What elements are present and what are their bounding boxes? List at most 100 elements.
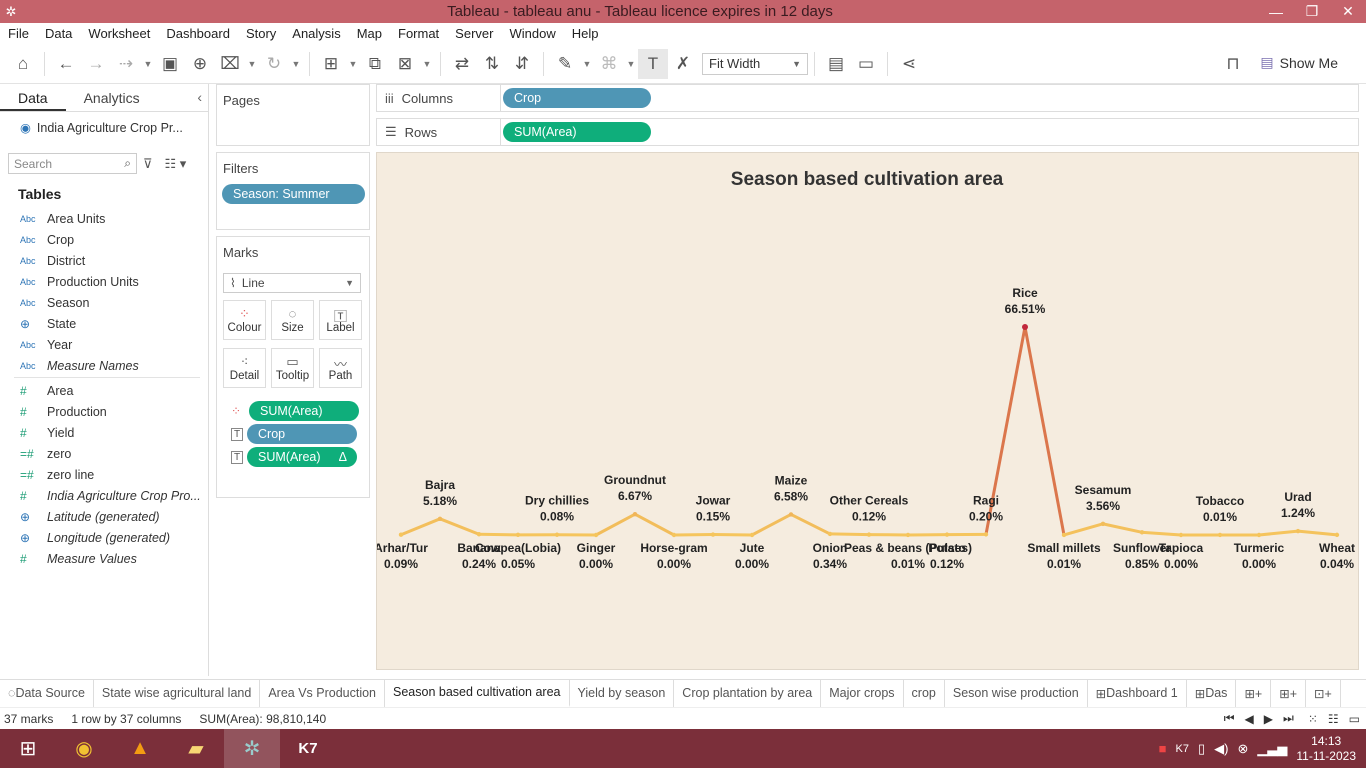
new-worksheet-icon[interactable]: ⊞	[316, 49, 346, 79]
field-state[interactable]: ⊕ State	[0, 313, 208, 334]
collapse-pane-icon[interactable]: ‹	[197, 89, 202, 105]
detail-button[interactable]: ⁖ Detail	[223, 348, 266, 388]
new-data-source-icon[interactable]: ⊕	[185, 49, 215, 79]
line-segment-sesamum[interactable]	[1101, 522, 1144, 534]
signal-icon[interactable]: ▁▃▅	[1257, 741, 1287, 757]
group-members-icon[interactable]: ⌘	[594, 49, 624, 79]
sheet-sorter-icon[interactable]: ⁙	[1308, 712, 1318, 726]
field-yield[interactable]: # Yield	[0, 422, 208, 443]
menu-data[interactable]: Data	[37, 26, 80, 41]
next-page-icon[interactable]: ▶	[1264, 712, 1273, 726]
line-segment-turmeric[interactable]	[1257, 529, 1300, 537]
new-worksheet-tab-icon[interactable]: ⊞+	[1236, 679, 1272, 707]
menu-dashboard[interactable]: Dashboard	[158, 26, 238, 41]
data-point-dry-chillies[interactable]	[554, 532, 560, 537]
chevron-down-icon[interactable]: ▼	[346, 49, 360, 79]
line-segment-ginger[interactable]	[594, 512, 637, 537]
colour-button[interactable]: ⁘ Colour	[223, 300, 266, 340]
field-season[interactable]: Abc Season	[0, 292, 208, 313]
field-measure-values[interactable]: # Measure Values	[0, 548, 208, 569]
data-point-turmeric[interactable]	[1256, 532, 1262, 538]
chevron-down-icon[interactable]: ▼	[624, 49, 638, 79]
sheet-tab-major-crops[interactable]: Major crops	[821, 679, 904, 707]
chevron-down-icon[interactable]: ▼	[580, 49, 594, 79]
data-point-bajra[interactable]	[437, 516, 443, 522]
new-dashboard-tab-icon[interactable]: ⊞+	[1271, 679, 1306, 707]
field-india-agriculture-crop-pro[interactable]: # India Agriculture Crop Pro...	[0, 485, 208, 506]
prev-page-icon[interactable]: ◀	[1245, 712, 1254, 726]
pill-sum-area-label[interactable]: SUM(Area) Δ	[247, 447, 357, 467]
pause-updates-icon[interactable]: ⌧	[215, 49, 245, 79]
data-point-arhar-tur[interactable]	[398, 532, 404, 537]
highlight-icon[interactable]: ✎	[550, 49, 580, 79]
show-cards-icon[interactable]: ▤	[821, 49, 851, 79]
field-production-units[interactable]: Abc Production Units	[0, 271, 208, 292]
duplicate-sheet-icon[interactable]: ⧉	[360, 49, 390, 79]
field-zero[interactable]: =# zero	[0, 443, 208, 464]
show-mark-labels-icon[interactable]: T	[638, 48, 668, 79]
search-input[interactable]: Search ⌕	[8, 153, 137, 174]
sheet-tab-yield-by-season[interactable]: Yield by season	[570, 679, 675, 707]
menu-worksheet[interactable]: Worksheet	[80, 26, 158, 41]
fix-axes-icon[interactable]: ✗	[668, 49, 698, 79]
tableau-taskbar-icon[interactable]: ✲	[224, 729, 280, 768]
undo-icon[interactable]: ←	[51, 49, 81, 79]
data-point-peas-beans-pulses[interactable]	[905, 532, 911, 538]
data-point-jute[interactable]	[749, 532, 755, 538]
save-icon[interactable]: ▣	[155, 49, 185, 79]
size-button[interactable]: ◌ Size	[271, 300, 314, 340]
line-segment-sunflower[interactable]	[1140, 530, 1183, 537]
field-zero-line[interactable]: =# zero line	[0, 464, 208, 485]
redo-icon[interactable]: →	[81, 49, 111, 79]
line-segment-banana[interactable]	[477, 532, 520, 537]
sheet-tab-state-wise-agricultural-land[interactable]: State wise agricultural land	[94, 679, 261, 707]
chevron-down-icon[interactable]: ▼	[420, 49, 434, 79]
film-strip-icon[interactable]: ☷	[1328, 712, 1339, 726]
filter-icon[interactable]: ⊽	[143, 156, 153, 172]
menu-story[interactable]: Story	[238, 26, 284, 41]
view-options-icon[interactable]: ☷ ▾	[165, 156, 187, 172]
sort-ascending-icon[interactable]: ⇅	[477, 49, 507, 79]
pill-crop-label[interactable]: Crop	[247, 424, 357, 444]
network-warning-icon[interactable]: ⊗	[1237, 741, 1248, 757]
sheet-tab-season-based-cultivation-area[interactable]: Season based cultivation area	[385, 679, 570, 707]
field-district[interactable]: Abc District	[0, 250, 208, 271]
mark-type-select[interactable]: ⌇ Line ▼	[223, 273, 361, 293]
columns-pill-crop[interactable]: Crop	[503, 88, 651, 108]
chevron-down-icon[interactable]: ▼	[289, 49, 303, 79]
sort-descending-icon[interactable]: ⇵	[507, 49, 537, 79]
field-measure-names[interactable]: Abc Measure Names	[0, 355, 208, 376]
data-point-wheat[interactable]	[1334, 532, 1340, 538]
restore-icon[interactable]: ❐	[1294, 3, 1330, 20]
menu-file[interactable]: File	[0, 26, 37, 41]
k7-tray-icon[interactable]: K7	[1176, 743, 1189, 755]
line-segment-bajra[interactable]	[438, 517, 481, 536]
data-point-maize[interactable]	[788, 512, 794, 517]
path-button[interactable]: 〰 Path	[319, 348, 362, 388]
field-latitude-generated[interactable]: ⊕ Latitude (generated)	[0, 506, 208, 527]
data-point-rice[interactable]	[1022, 324, 1028, 330]
data-point-cowpea-lobia[interactable]	[515, 532, 521, 538]
volume-icon[interactable]: ◀)	[1214, 741, 1228, 757]
data-point-onion[interactable]	[827, 531, 833, 537]
first-page-icon[interactable]: ⏮	[1224, 711, 1235, 726]
data-point-sesamum[interactable]	[1100, 521, 1106, 527]
tabs-icon[interactable]: ▭	[1349, 712, 1360, 726]
presentation-mode-icon[interactable]: ▭	[851, 49, 881, 79]
filter-pill-season[interactable]: Season: Summer	[222, 184, 365, 204]
sheet-tab-crop-plantation-by-area[interactable]: Crop plantation by area	[674, 679, 822, 707]
tab-data[interactable]: Data	[0, 84, 66, 111]
sheet-tab-area-vs-production[interactable]: Area Vs Production	[260, 679, 386, 707]
data-point-other-cereals[interactable]	[866, 532, 872, 537]
clear-sheet-icon[interactable]: ⊠	[390, 49, 420, 79]
menu-map[interactable]: Map	[349, 26, 390, 41]
sheet-tab-crop[interactable]: crop	[904, 679, 945, 707]
data-point-small-millets[interactable]	[1061, 532, 1067, 538]
tooltip-button[interactable]: ▭ Tooltip	[271, 348, 314, 388]
data-point-ragi[interactable]	[983, 532, 989, 537]
sheet-tab-dashboard-1[interactable]: ⊞ Dashboard 1	[1088, 679, 1187, 707]
menu-format[interactable]: Format	[390, 26, 447, 41]
field-longitude-generated[interactable]: ⊕ Longitude (generated)	[0, 527, 208, 548]
label-button[interactable]: 🅃 Label	[319, 300, 362, 340]
vlc-icon[interactable]: ▲	[112, 729, 168, 768]
